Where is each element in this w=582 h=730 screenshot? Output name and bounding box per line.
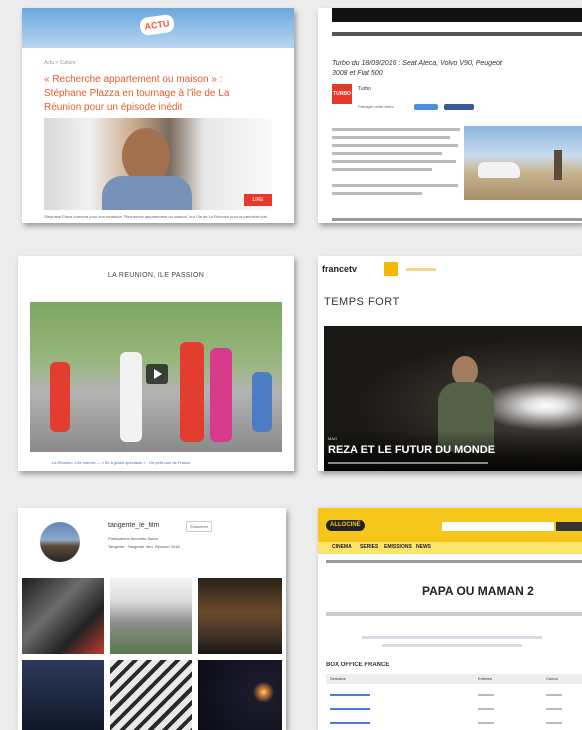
allocine-logo: ALLOCINÉ: [326, 520, 365, 531]
text-line: [332, 184, 458, 187]
section-title: TEMPS FORT: [324, 296, 400, 308]
nav-emissions[interactable]: ÉMISSIONS: [384, 544, 412, 550]
text-line: [332, 160, 456, 163]
header-line: [406, 268, 436, 271]
nav-bar: [318, 542, 582, 554]
instagram-profile-thumbnail[interactable]: tangente_le_film S'abonner Publications …: [18, 508, 286, 730]
column-header: Entrées: [478, 676, 492, 681]
nav-series[interactable]: SÉRIES: [360, 544, 378, 550]
share-button-twitter[interactable]: [414, 104, 438, 110]
search-input[interactable]: [442, 522, 554, 531]
profile-stats: Publications Abonnés Suivis: [108, 536, 159, 541]
post-thumbnail[interactable]: [22, 578, 104, 654]
text-line: [332, 144, 458, 147]
article-thumbnail-plaza[interactable]: ACTU Actu > Culture « Recherche appartem…: [22, 8, 294, 223]
subnav-line: [326, 560, 582, 563]
breadcrumb: Actu > Culture: [44, 60, 76, 66]
table-row: [478, 694, 494, 696]
post-thumbnail[interactable]: [110, 660, 192, 730]
francetv-logo: francetv: [322, 264, 358, 274]
reunion-title: LA RÉUNION, ÎLE PASSION: [107, 272, 205, 279]
table-row[interactable]: [330, 708, 370, 710]
breadcrumb-line: [332, 32, 582, 36]
table-row: [478, 722, 494, 724]
post-thumbnail[interactable]: [198, 578, 282, 654]
movie-title: PAPA OU MAMAN 2: [422, 584, 534, 598]
text-line: [332, 168, 432, 171]
text-line: [332, 218, 582, 221]
read-tag[interactable]: LIRE: [244, 194, 272, 206]
video-thumbnail-turbo[interactable]: Turbo du 18/09/2016 : Seat Ateca, Volvo …: [318, 8, 582, 223]
profile-bio: Tangente : Tangente, film. Réunion 2016: [108, 544, 180, 549]
notice-line: [362, 636, 542, 639]
table-row: [546, 694, 562, 696]
text-line: [332, 192, 422, 195]
notice-line: [382, 644, 522, 647]
headline-line-2: Stéphane Plazza en tournage à l'île de L…: [44, 88, 230, 99]
car-photo: [464, 126, 582, 200]
site-header-bar: [332, 8, 582, 22]
avatar[interactable]: [40, 522, 80, 562]
text-line: [332, 136, 450, 139]
video-title-line-1: Turbo du 18/09/2016 : Seat Ateca, Volvo …: [332, 60, 502, 67]
table-row: [478, 708, 494, 710]
column-header: Cumul: [546, 676, 558, 681]
follow-button[interactable]: S'abonner: [186, 521, 212, 532]
channel-logo-icon: [384, 262, 398, 276]
allocine-page-thumbnail[interactable]: ALLOCINÉ CINÉMA SÉRIES ÉMISSIONS NEWS PA…: [318, 508, 582, 730]
video-frame[interactable]: [30, 302, 282, 452]
table-row[interactable]: [330, 722, 370, 724]
post-thumbnail[interactable]: [110, 578, 192, 654]
tab-bar: [326, 612, 582, 616]
text-line: [332, 128, 460, 131]
share-button-facebook[interactable]: [444, 104, 474, 110]
nav-cinema[interactable]: CINÉMA: [332, 544, 352, 550]
table-row[interactable]: [330, 694, 370, 696]
post-thumbnail[interactable]: [198, 660, 282, 730]
column-header: Semaine: [330, 676, 346, 681]
play-icon[interactable]: [146, 364, 168, 384]
headline-line-1: « Recherche appartement ou maison » :: [44, 74, 223, 85]
video-thumbnail-reunion[interactable]: LA RÉUNION, ÎLE PASSION La Réunion, c'îl…: [18, 256, 294, 471]
table-row: [546, 722, 562, 724]
video-caption: La Réunion, c'île intense — « Île à gran…: [52, 460, 191, 465]
headline-line-3: Réunion pour un épisode inédit: [44, 102, 183, 113]
tv-program-thumbnail-reza[interactable]: francetv TEMPS FORT MAG REZA ET LE FUTUR…: [318, 256, 582, 471]
share-label: Partager cette vidéo: [358, 104, 394, 109]
turbo-logo: TURBO: [332, 84, 352, 104]
overlay-kicker: MAG: [328, 436, 338, 441]
overlay-meta: [328, 462, 488, 464]
profile-username: tangente_le_film: [108, 522, 160, 529]
article-photo: [44, 118, 272, 210]
article-body: Stéphane Plaza tournera pour son émissio…: [44, 214, 267, 219]
box-office-heading: BOX OFFICE FRANCE: [326, 662, 390, 668]
nav-news[interactable]: NEWS: [416, 544, 431, 550]
search-button[interactable]: [556, 522, 582, 531]
text-line: [332, 152, 442, 155]
source-label: Turbo: [358, 86, 371, 92]
table-row: [546, 708, 562, 710]
table-header: [326, 674, 582, 684]
video-title-line-2: 3008 et Fiat 500: [332, 70, 383, 77]
overlay-title: REZA ET LE FUTUR DU MONDE: [328, 444, 496, 456]
post-thumbnail[interactable]: [22, 660, 104, 730]
